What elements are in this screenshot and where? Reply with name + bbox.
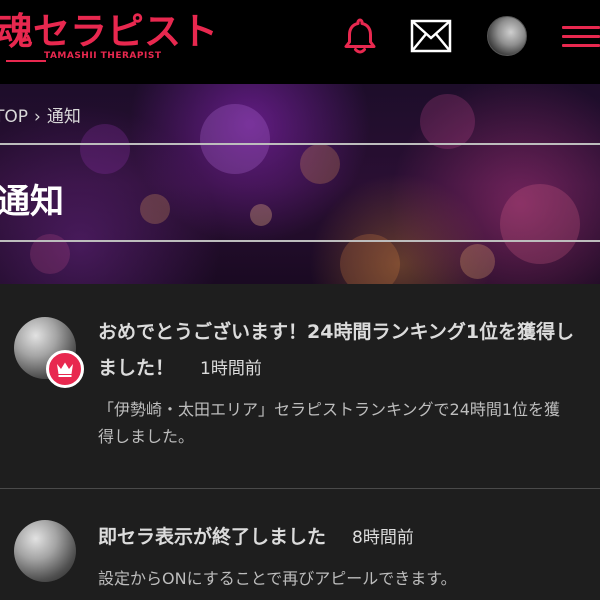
title-divider-bottom (0, 240, 600, 242)
hero-banner (0, 84, 600, 284)
notification-title: おめでとうございます！24時間ランキング1位を獲得しました！ 1時間前 (98, 314, 578, 387)
crown-icon (57, 362, 73, 377)
notification-body: 「伊勢崎・太田エリア」セラピストランキングで24時間1位を獲得しました。 (98, 400, 561, 446)
notification-time: 1時間前 (200, 359, 262, 379)
notification-time: 8時間前 (352, 528, 414, 548)
ranking-badge (46, 350, 84, 388)
chevron-right-icon: › (34, 107, 41, 127)
top-header: 魂セラピスト TAMASHII THERAPIST (0, 0, 600, 84)
notification-body: 設定からONにすることで再びアピールできます。 (98, 569, 457, 588)
breadcrumb: TOP ›通知 (0, 102, 81, 127)
mail-icon[interactable] (410, 18, 452, 54)
page-title: 通知 (0, 182, 64, 222)
logo-subtext: TAMASHII THERAPIST (44, 51, 162, 61)
notifications-screen: 魂セラピスト TAMASHII THERAPIST OP › 通知 通知 おめで… (0, 0, 600, 600)
bell-icon[interactable] (340, 16, 380, 56)
site-logo[interactable]: 魂セラピスト TAMASHII THERAPIST (0, 6, 218, 66)
notification-title: 即セラ表示が終了しました 8時間前 (98, 519, 578, 556)
logo-text: 魂セラピスト (0, 9, 218, 53)
user-avatar[interactable] (487, 16, 527, 56)
breadcrumb-current: 通知 (46, 107, 81, 127)
notification-item[interactable]: 即セラ表示が終了しました 8時間前 設定からONにすることで再びアピールできます。 (0, 489, 600, 600)
breadcrumb-top-link[interactable]: TOP (0, 107, 28, 127)
notification-title-text: 即セラ表示が終了しました (98, 526, 327, 548)
hamburger-menu-icon[interactable] (562, 22, 600, 50)
notification-item[interactable]: おめでとうございます！24時間ランキング1位を獲得しました！ 1時間前 「伊勢崎・… (0, 284, 600, 488)
notification-title-text: おめでとうございます！24時間ランキング1位を獲得しました！ (98, 321, 575, 379)
logo-underline (6, 60, 46, 62)
notification-avatar (14, 520, 76, 582)
title-divider-top (0, 143, 600, 145)
